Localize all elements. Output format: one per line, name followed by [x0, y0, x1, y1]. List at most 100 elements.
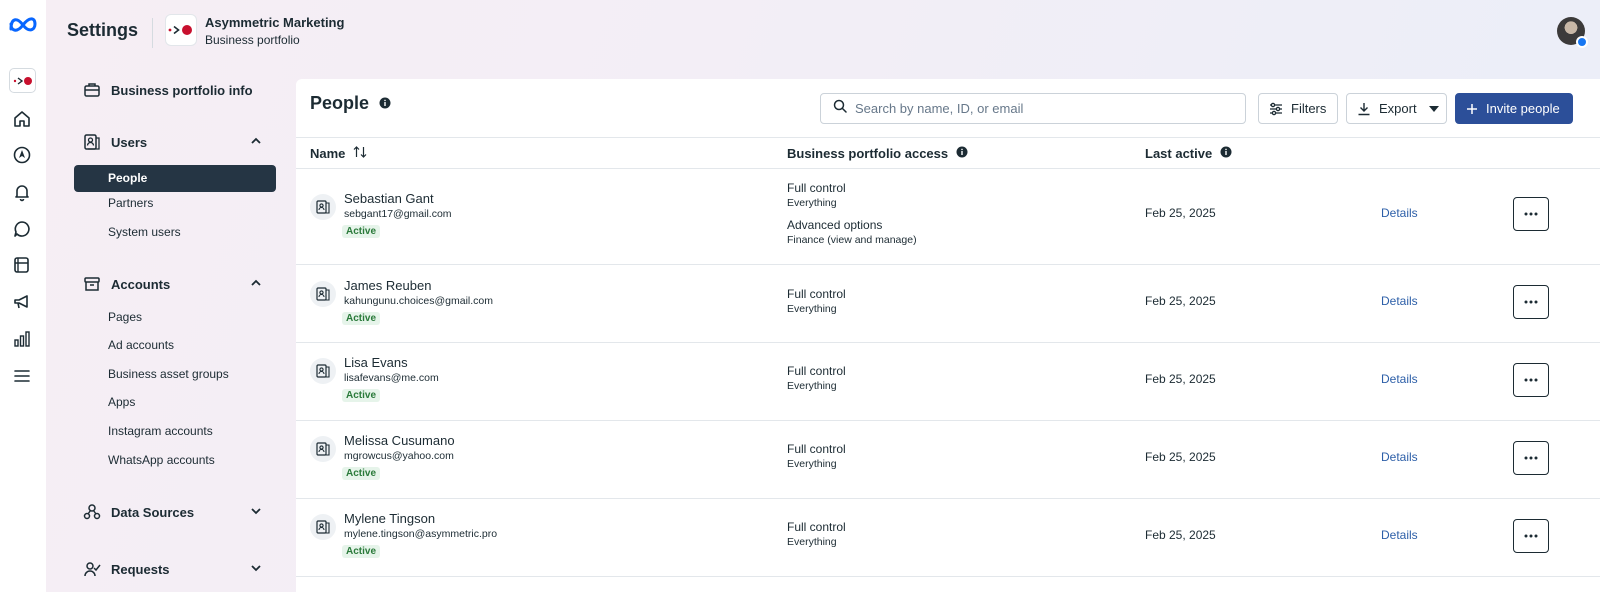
details-link[interactable]: Details: [1381, 450, 1418, 464]
access-level: Full control: [787, 287, 846, 301]
last-active-date: Feb 25, 2025: [1145, 450, 1216, 464]
ellipsis-icon: [1524, 300, 1538, 304]
access-scope: Everything: [787, 458, 837, 470]
compass-icon[interactable]: [11, 144, 33, 166]
access-scope: Everything: [787, 197, 837, 209]
people-title-label: People: [310, 93, 370, 113]
data-sources-icon: [82, 502, 102, 522]
nav-accounts-section[interactable]: Accounts: [82, 274, 262, 294]
avatar[interactable]: [1557, 17, 1588, 48]
chevron-up-icon[interactable]: [250, 277, 262, 292]
access-scope: Everything: [787, 380, 837, 392]
nav-item-people[interactable]: People: [74, 165, 276, 192]
user-email: mgrowcus@yahoo.com: [344, 450, 454, 462]
details-link[interactable]: Details: [1381, 372, 1418, 386]
table-header: Name Business portfolio access Last acti…: [296, 137, 1600, 169]
more-options-button[interactable]: [1513, 363, 1549, 397]
nav-item-system-users[interactable]: System users: [108, 225, 181, 239]
nav-business-info[interactable]: Business portfolio info: [82, 80, 262, 100]
invite-people-label: Invite people: [1486, 101, 1560, 116]
portfolio-name[interactable]: Asymmetric Marketing: [205, 15, 344, 30]
advanced-options-scope: Finance (view and manage): [787, 234, 917, 246]
nav-data-sources-section[interactable]: Data Sources: [82, 502, 262, 522]
more-options-button[interactable]: [1513, 441, 1549, 475]
status-badge: Active: [342, 389, 381, 402]
portfolio-logo[interactable]: [165, 14, 197, 46]
users-icon: [82, 132, 102, 152]
access-level: Full control: [787, 181, 846, 195]
details-link[interactable]: Details: [1381, 206, 1418, 220]
nav-item-pages[interactable]: Pages: [108, 310, 142, 324]
portfolio-icon[interactable]: [9, 68, 36, 93]
more-options-button[interactable]: [1513, 197, 1549, 231]
column-access-label: Business portfolio access: [787, 146, 949, 161]
user-card-icon: [310, 281, 336, 307]
info-icon[interactable]: [379, 93, 391, 114]
status-badge: Active: [342, 312, 381, 325]
sliders-icon: [1269, 102, 1283, 116]
details-link[interactable]: Details: [1381, 294, 1418, 308]
chevron-down-icon[interactable]: [250, 562, 262, 577]
more-options-button[interactable]: [1513, 285, 1549, 319]
nav-business-info-label: Business portfolio info: [111, 82, 253, 98]
column-name[interactable]: Name: [310, 146, 367, 161]
user-card-icon: [310, 514, 336, 540]
nav-item-business-asset-groups[interactable]: Business asset groups: [108, 367, 229, 381]
export-button[interactable]: Export: [1346, 93, 1447, 124]
nav-item-apps[interactable]: Apps: [108, 395, 135, 409]
table-row[interactable]: James Reuben kahungunu.choices@gmail.com…: [296, 265, 1600, 343]
people-title: People: [310, 93, 391, 114]
details-link[interactable]: Details: [1381, 528, 1418, 542]
search-input[interactable]: [855, 101, 1235, 116]
menu-icon[interactable]: [11, 365, 33, 387]
table-row[interactable]: Lisa Evans lisafevans@me.com Active Full…: [296, 343, 1600, 421]
advanced-options: Advanced options: [787, 218, 883, 232]
nav-item-ad-accounts[interactable]: Ad accounts: [108, 338, 174, 352]
nav-item-whatsapp-accounts[interactable]: WhatsApp accounts: [108, 453, 215, 467]
status-badge: Active: [342, 467, 381, 480]
user-card-icon: [310, 194, 336, 220]
nav-users-section[interactable]: Users: [82, 132, 262, 152]
search-box[interactable]: [820, 93, 1246, 124]
user-name: James Reuben: [344, 278, 432, 293]
access-scope: Everything: [787, 303, 837, 315]
home-icon[interactable]: [11, 108, 33, 130]
ellipsis-icon: [1524, 456, 1538, 460]
last-active-date: Feb 25, 2025: [1145, 294, 1216, 308]
last-active-date: Feb 25, 2025: [1145, 528, 1216, 542]
filters-button[interactable]: Filters: [1258, 93, 1338, 124]
requests-icon: [82, 559, 102, 579]
invite-people-button[interactable]: Invite people: [1455, 93, 1573, 124]
table-row[interactable]: Mylene Tingson mylene.tingson@asymmetric…: [296, 499, 1600, 577]
people-panel: People Filters Export Invite people: [296, 79, 1600, 592]
nav-item-partners[interactable]: Partners: [108, 196, 153, 210]
pages-icon[interactable]: [11, 254, 33, 276]
nav-item-instagram-accounts[interactable]: Instagram accounts: [108, 424, 213, 438]
bar-chart-icon[interactable]: [11, 328, 33, 350]
nav-requests-section[interactable]: Requests: [82, 559, 262, 579]
status-badge: Active: [342, 545, 381, 558]
column-last-active-label: Last active: [1145, 146, 1213, 161]
megaphone-icon[interactable]: [11, 291, 33, 313]
table-row[interactable]: Sebastian Gant sebgant17@gmail.com Activ…: [296, 169, 1600, 265]
meta-logo-icon[interactable]: [7, 14, 39, 39]
chat-icon[interactable]: [11, 218, 33, 240]
page-title: Settings: [67, 20, 139, 40]
access-level: Full control: [787, 520, 846, 534]
export-label: Export: [1379, 101, 1417, 116]
info-icon[interactable]: [1220, 146, 1232, 161]
table-row[interactable]: Melissa Cusumano mgrowcus@yahoo.com Acti…: [296, 421, 1600, 499]
chevron-down-icon[interactable]: [250, 505, 262, 520]
chevron-up-icon[interactable]: [250, 135, 262, 150]
access-level: Full control: [787, 442, 846, 456]
bell-icon[interactable]: [11, 181, 33, 203]
user-email: mylene.tingson@asymmetric.pro: [344, 528, 498, 540]
more-options-button[interactable]: [1513, 519, 1549, 553]
nav-data-sources-label: Data Sources: [111, 504, 195, 520]
column-access: Business portfolio access: [787, 146, 968, 161]
search-icon: [833, 99, 847, 118]
archive-icon: [82, 274, 102, 294]
sort-icon[interactable]: [353, 146, 367, 161]
filters-label: Filters: [1291, 101, 1327, 116]
info-icon[interactable]: [956, 146, 968, 161]
